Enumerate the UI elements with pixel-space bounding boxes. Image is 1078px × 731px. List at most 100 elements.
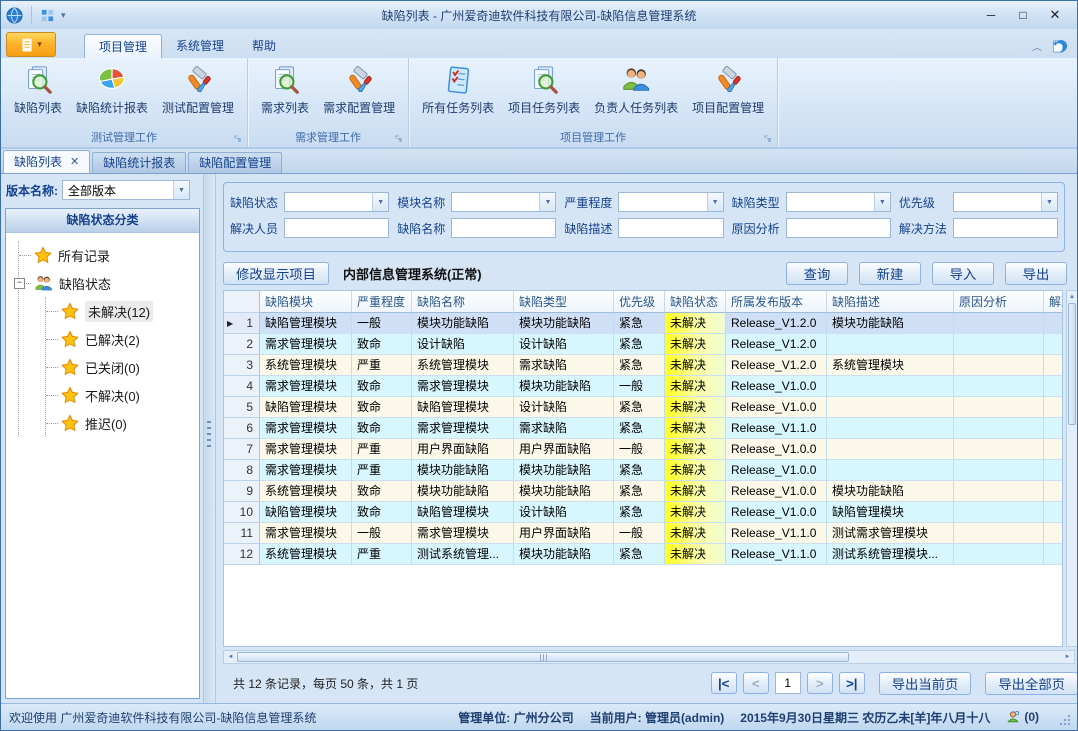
column-header-缺陷状态[interactable]: 缺陷状态 xyxy=(665,291,726,313)
cell[interactable]: 严重 xyxy=(352,355,412,376)
cell[interactable] xyxy=(1044,544,1063,565)
table-row[interactable]: ▶1缺陷管理模块一般模块功能缺陷模块功能缺陷紧急未解决Release_V1.2.… xyxy=(224,313,1062,334)
filter-select-缺陷类型[interactable]: ▼ xyxy=(786,192,891,212)
tree-expander-icon[interactable]: − xyxy=(14,278,25,289)
cell[interactable]: 未解决 xyxy=(665,544,726,565)
row-header-cell[interactable]: 7 xyxy=(224,439,260,460)
dialog-launcher-icon[interactable] xyxy=(395,135,404,144)
cell[interactable]: 需求管理模块 xyxy=(260,376,352,397)
import-button[interactable]: 导入 xyxy=(932,262,994,285)
cell[interactable] xyxy=(827,376,954,397)
chevron-down-icon[interactable]: ▼ xyxy=(874,193,890,211)
cell[interactable]: 系统管理模块 xyxy=(260,544,352,565)
cell[interactable]: Release_V1.2.0 xyxy=(726,355,827,376)
tab-close-icon[interactable]: ✕ xyxy=(70,151,79,173)
cell[interactable] xyxy=(1044,439,1063,460)
filter-input-解决方法[interactable] xyxy=(953,218,1058,238)
cell[interactable]: 致命 xyxy=(352,334,412,355)
maximize-button[interactable]: □ xyxy=(1009,5,1037,25)
cell[interactable]: 需求管理模块 xyxy=(260,523,352,544)
doc-tab-缺陷配置管理[interactable]: 缺陷配置管理 xyxy=(188,152,282,173)
cell[interactable]: 设计缺陷 xyxy=(412,334,514,355)
ribbon-tab-项目管理[interactable]: 项目管理 xyxy=(84,34,162,59)
cell[interactable] xyxy=(954,544,1044,565)
cell[interactable]: 系统管理模块 xyxy=(260,355,352,376)
scroll-right-icon[interactable]: ► xyxy=(1061,651,1074,663)
cell[interactable]: 需求管理模块 xyxy=(260,418,352,439)
cell[interactable]: 模块功能缺陷 xyxy=(827,481,954,502)
column-header-所属发布版本[interactable]: 所属发布版本 xyxy=(726,291,827,313)
app-menu-button[interactable]: ▾ xyxy=(6,32,56,57)
tree-item-缺陷状态[interactable]: −缺陷状态 xyxy=(19,269,199,297)
filter-select-严重程度[interactable]: ▼ xyxy=(618,192,723,212)
table-row[interactable]: 4需求管理模块致命需求管理模块模块功能缺陷一般未解决Release_V1.0.0 xyxy=(224,376,1062,397)
export-all-pages-button[interactable]: 导出全部页 xyxy=(985,672,1078,695)
ribbon-button-项目任务列表[interactable]: 项目任务列表 xyxy=(501,60,587,118)
table-row[interactable]: 6需求管理模块致命需求管理模块需求缺陷紧急未解决Release_V1.1.0 xyxy=(224,418,1062,439)
cell[interactable]: 用户界面缺陷 xyxy=(514,523,614,544)
scroll-up-icon[interactable]: ▲ xyxy=(1067,291,1077,303)
cell[interactable]: 设计缺陷 xyxy=(514,502,614,523)
cell[interactable]: Release_V1.0.0 xyxy=(726,397,827,418)
cell[interactable]: 一般 xyxy=(352,523,412,544)
cell[interactable]: 缺陷管理模块 xyxy=(827,502,954,523)
cell[interactable]: 紧急 xyxy=(614,313,665,334)
row-header-cell[interactable]: 10 xyxy=(224,502,260,523)
cell[interactable]: 致命 xyxy=(352,397,412,418)
table-row[interactable]: 9系统管理模块致命模块功能缺陷模块功能缺陷紧急未解决Release_V1.0.0… xyxy=(224,481,1062,502)
next-page-button[interactable]: > xyxy=(807,672,833,694)
cell[interactable] xyxy=(954,376,1044,397)
cell[interactable]: 缺陷管理模块 xyxy=(260,313,352,334)
chevron-down-icon[interactable]: ▼ xyxy=(372,193,388,211)
row-header-cell[interactable]: ▶1 xyxy=(224,313,260,334)
cell[interactable]: 紧急 xyxy=(614,397,665,418)
chevron-down-icon[interactable]: ▼ xyxy=(173,181,189,199)
cell[interactable]: 需求管理模块 xyxy=(412,523,514,544)
resize-grip-icon[interactable] xyxy=(1059,714,1071,726)
ribbon-tab-系统管理[interactable]: 系统管理 xyxy=(162,34,238,58)
ribbon-button-需求列表[interactable]: 需求列表 xyxy=(254,60,316,118)
cell[interactable]: 需求管理模块 xyxy=(412,376,514,397)
quick-access-icon[interactable] xyxy=(40,8,55,23)
ribbon-button-项目配置管理[interactable]: 项目配置管理 xyxy=(685,60,771,118)
table-row[interactable]: 11需求管理模块一般需求管理模块用户界面缺陷一般未解决Release_V1.1.… xyxy=(224,523,1062,544)
cell[interactable]: 缺陷管理模块 xyxy=(412,502,514,523)
column-header-优先级[interactable]: 优先级 xyxy=(614,291,665,313)
ribbon-button-所有任务列表[interactable]: 所有任务列表 xyxy=(415,60,501,118)
cell[interactable] xyxy=(1044,376,1063,397)
cell[interactable] xyxy=(954,313,1044,334)
cell[interactable]: 缺陷管理模块 xyxy=(260,502,352,523)
cell[interactable] xyxy=(1044,418,1063,439)
scroll-left-icon[interactable]: ◄ xyxy=(224,651,237,663)
row-header-cell[interactable]: 3 xyxy=(224,355,260,376)
filter-input-缺陷名称[interactable] xyxy=(451,218,556,238)
cell[interactable]: 严重 xyxy=(352,460,412,481)
cell[interactable]: 未解决 xyxy=(665,439,726,460)
row-header-cell[interactable]: 2 xyxy=(224,334,260,355)
cell[interactable]: 未解决 xyxy=(665,460,726,481)
chevron-down-icon[interactable]: ▼ xyxy=(1041,193,1057,211)
tree-item-已解决(2)[interactable]: 已解决(2) xyxy=(46,325,199,353)
cell[interactable] xyxy=(827,439,954,460)
ribbon-button-缺陷统计报表[interactable]: 缺陷统计报表 xyxy=(69,60,155,118)
cell[interactable]: 一般 xyxy=(614,523,665,544)
cell[interactable]: 系统管理模块 xyxy=(827,355,954,376)
filter-input-缺陷描述[interactable] xyxy=(618,218,723,238)
cell[interactable]: 未解决 xyxy=(665,418,726,439)
cell[interactable]: Release_V1.0.0 xyxy=(726,376,827,397)
cell[interactable]: 需求缺陷 xyxy=(514,418,614,439)
cell[interactable] xyxy=(1044,523,1063,544)
filter-select-模块名称[interactable]: ▼ xyxy=(451,192,556,212)
cell[interactable] xyxy=(954,397,1044,418)
modify-display-items-button[interactable]: 修改显示项目 xyxy=(223,262,329,285)
cell[interactable]: 设计缺陷 xyxy=(514,334,614,355)
row-header-cell[interactable]: 11 xyxy=(224,523,260,544)
row-header-cell[interactable]: 4 xyxy=(224,376,260,397)
cell[interactable] xyxy=(1044,397,1063,418)
cell[interactable]: 致命 xyxy=(352,481,412,502)
cell[interactable] xyxy=(954,481,1044,502)
cell[interactable] xyxy=(827,334,954,355)
table-row[interactable]: 5缺陷管理模块致命缺陷管理模块设计缺陷紧急未解决Release_V1.0.0 xyxy=(224,397,1062,418)
cell[interactable]: 未解决 xyxy=(665,397,726,418)
new-button[interactable]: 新建 xyxy=(859,262,921,285)
